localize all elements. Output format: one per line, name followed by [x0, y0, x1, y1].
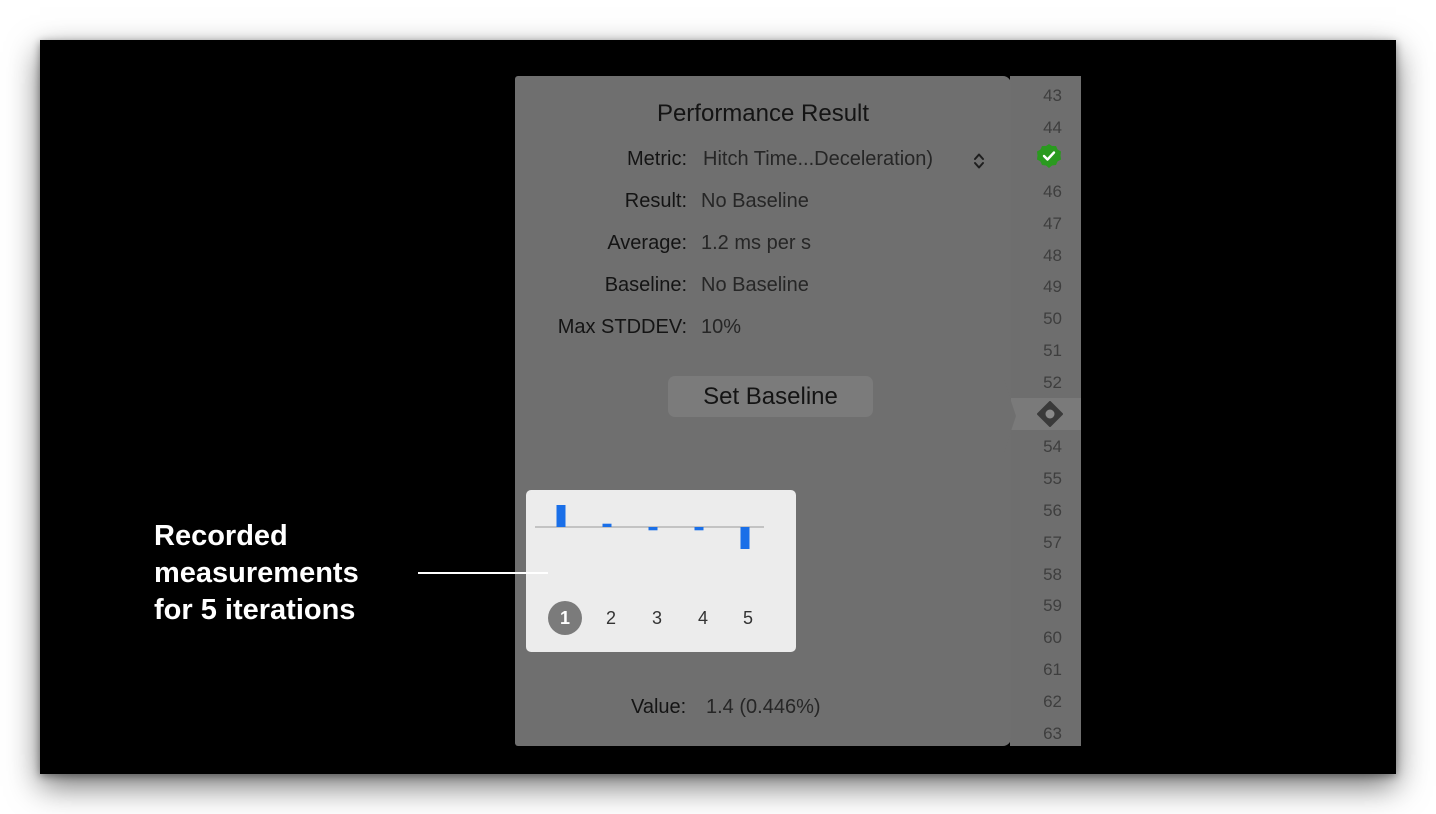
annotation-line-1: Recorded	[154, 520, 288, 552]
line-number: 63	[1043, 724, 1062, 743]
average-label: Average:	[607, 232, 687, 254]
iterations-chart: 12345	[526, 490, 796, 652]
popover-arrow	[1004, 380, 1016, 452]
max-stddev-value: 10%	[701, 316, 742, 338]
annotation-text: Recorded measurements for 5 iterations	[154, 518, 359, 629]
line-number: 57	[1043, 532, 1062, 552]
max-stddev-label: Max STDDEV:	[557, 316, 687, 338]
line-number: 43	[1043, 86, 1062, 105]
average-value: 1.2 ms per s	[701, 232, 812, 254]
iterations-bar-chart	[535, 505, 764, 549]
iteration-bar	[602, 523, 612, 527]
line-number: 61	[1043, 660, 1062, 680]
line-number: 49	[1043, 277, 1062, 297]
panel-title: Performance Result	[656, 100, 870, 127]
annotation-connector-line	[418, 572, 548, 574]
value-label: Value:	[631, 696, 687, 718]
iteration-bar	[740, 527, 750, 549]
diamond-icon[interactable]	[1037, 401, 1063, 427]
chevron-updown-icon[interactable]	[973, 152, 985, 170]
metric-label: Metric:	[627, 148, 687, 170]
result-value: No Baseline	[701, 190, 809, 212]
iteration-label[interactable]: 5	[731, 601, 765, 635]
line-number: 55	[1043, 468, 1062, 488]
iteration-label[interactable]: 1	[548, 601, 582, 635]
line-number: 50	[1043, 309, 1062, 329]
line-number: 44	[1043, 117, 1062, 137]
iteration-bar	[648, 527, 658, 531]
baseline-label: Baseline:	[604, 274, 687, 296]
iteration-label[interactable]: 4	[686, 601, 720, 635]
value-text: 1.4 (0.446%)	[706, 696, 821, 718]
line-number: 47	[1043, 213, 1062, 233]
line-number: 62	[1043, 692, 1062, 712]
line-number: 48	[1043, 245, 1062, 265]
line-number: 52	[1043, 373, 1062, 393]
result-label: Result:	[624, 190, 687, 212]
line-number: 46	[1043, 181, 1062, 201]
iteration-label[interactable]: 2	[594, 601, 628, 635]
line-number: 60	[1043, 628, 1062, 648]
iteration-label[interactable]: 3	[640, 601, 674, 635]
line-number-gutter: 43 44 46 47 48 49 50 51 52 54 55 56 57 58 59 60 61 62 63	[1010, 76, 1081, 746]
iteration-bar	[556, 505, 566, 527]
line-number: 51	[1043, 341, 1062, 361]
line-number: 58	[1043, 564, 1062, 584]
metric-select[interactable]: Hitch Time...Deceleration)	[703, 148, 933, 171]
line-number: 59	[1043, 596, 1062, 616]
annotation-line-2: measurements	[154, 557, 359, 589]
checkmark-circle-icon[interactable]	[1036, 143, 1062, 169]
set-baseline-button[interactable]: Set Baseline	[668, 376, 873, 417]
baseline-value: No Baseline	[701, 274, 809, 296]
slide: 43 44 46 47 48 49 50 51 52 54 55 56 57 58 59 60 61 62 63 P…	[40, 40, 1396, 774]
line-number: 56	[1043, 500, 1062, 520]
annotation-line-3: for 5 iterations	[154, 594, 356, 626]
line-number: 54	[1043, 436, 1062, 456]
iteration-bar	[694, 527, 704, 531]
